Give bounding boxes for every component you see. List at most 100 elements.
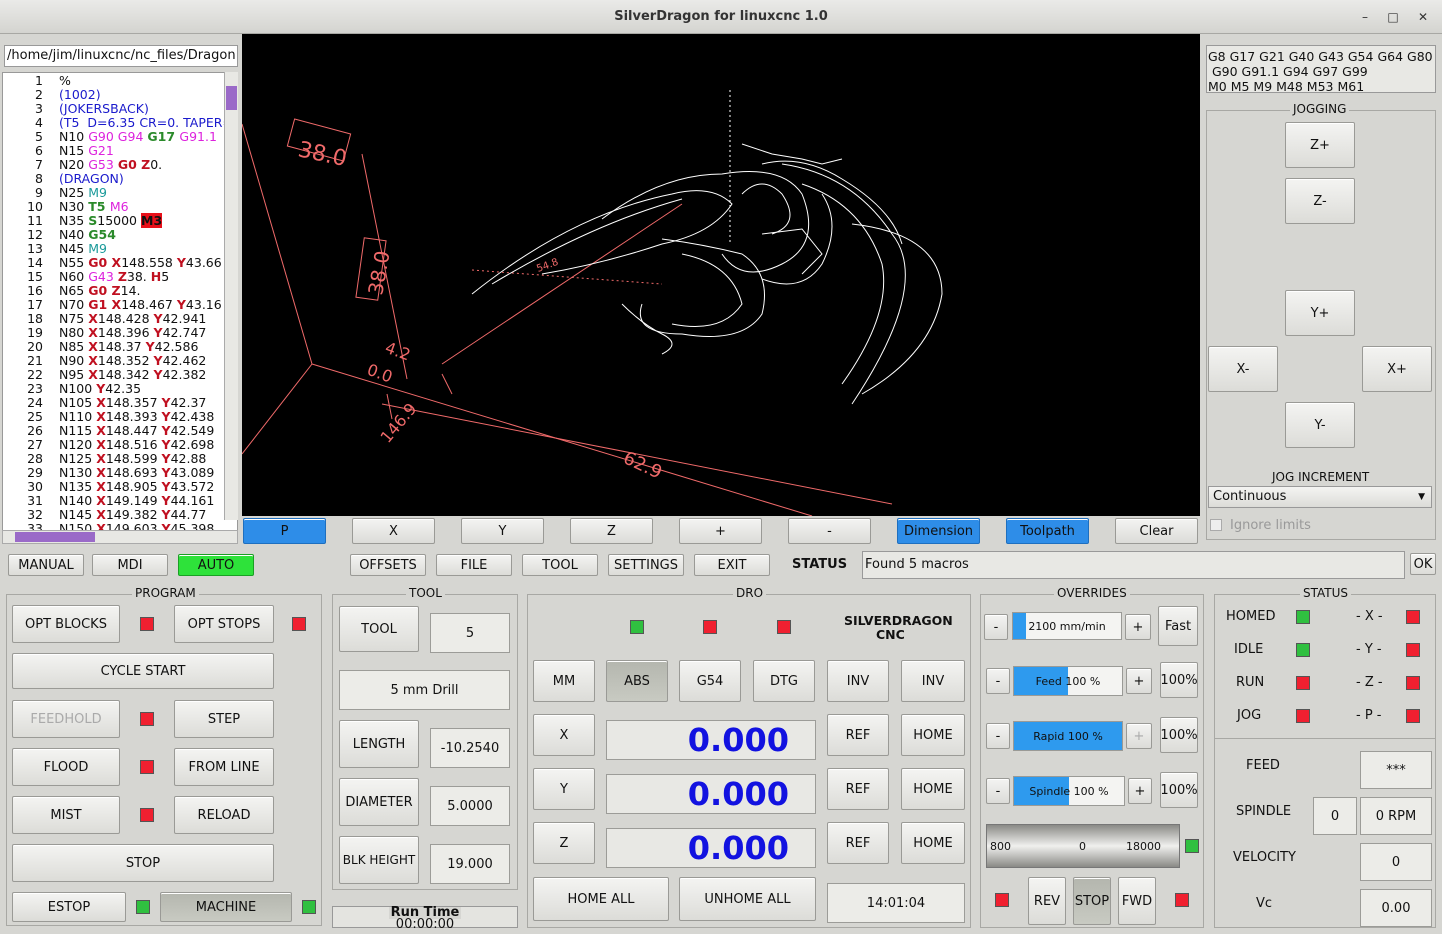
maximize-icon[interactable]: □	[1384, 8, 1402, 26]
rapid-plus[interactable]: +	[1126, 723, 1152, 749]
gcode-line[interactable]: %	[59, 74, 71, 88]
home-all-button[interactable]: HOME ALL	[533, 877, 669, 921]
spindle-stop-button[interactable]: STOP	[1073, 877, 1111, 925]
rapid-override-slider[interactable]: Rapid 100 %	[1013, 721, 1123, 751]
g54-button[interactable]: G54	[679, 660, 741, 702]
from-line-button[interactable]: FROM LINE	[174, 748, 274, 786]
gcode-line[interactable]: N60 G43 Z38. H5	[59, 270, 169, 284]
gcode-line[interactable]: N45 M9	[59, 242, 107, 256]
opt-blocks-button[interactable]: OPT BLOCKS	[12, 605, 120, 643]
gcode-vscrollbar[interactable]	[224, 72, 238, 520]
toolpath-preview[interactable]: 38.0 38.0 4.2 0.0 146.9 62.9 54.8	[241, 34, 1200, 517]
spindle-override-slider[interactable]: Spindle 100 %	[1013, 776, 1125, 806]
dro-z-button[interactable]: Z	[533, 822, 595, 864]
feedhold-button[interactable]: FEEDHOLD	[12, 700, 120, 738]
ref-z-button[interactable]: REF	[827, 822, 889, 864]
jog-xplus-button[interactable]: X+	[1362, 346, 1432, 392]
view-y-button[interactable]: Y	[461, 518, 544, 544]
jog-increment-select[interactable]: Continuous ▼	[1208, 486, 1432, 508]
gcode-line[interactable]: N105 X148.357 Y42.37	[59, 396, 206, 410]
tool-length-button[interactable]: LENGTH	[339, 720, 419, 768]
scroll-thumb[interactable]	[226, 86, 237, 110]
gcode-line[interactable]: N70 G1 X148.467 Y43.16	[59, 298, 222, 312]
auto-button[interactable]: AUTO	[178, 554, 254, 576]
gcode-line[interactable]: N40 G54	[59, 228, 116, 242]
units-mm-button[interactable]: MM	[533, 660, 595, 702]
dro-y-button[interactable]: Y	[533, 768, 595, 810]
gcode-line[interactable]: N140 X149.149 Y44.161	[59, 494, 214, 508]
gcode-line[interactable]: N90 X148.352 Y42.462	[59, 354, 206, 368]
gcode-line[interactable]: N130 X148.693 Y43.089	[59, 466, 214, 480]
jog-yminus-button[interactable]: Y-	[1285, 402, 1355, 448]
jog-speed-slider[interactable]: 2100 mm/min	[1012, 612, 1122, 640]
gcode-hscrollbar[interactable]	[2, 530, 238, 544]
file-button[interactable]: FILE	[436, 554, 512, 576]
estop-button[interactable]: ESTOP	[12, 892, 126, 922]
manual-button[interactable]: MANUAL	[8, 554, 84, 576]
tool-diameter-button[interactable]: DIAMETER	[339, 778, 419, 826]
home-x-button[interactable]: HOME	[901, 714, 965, 756]
dro-x-button[interactable]: X	[533, 714, 595, 756]
zoom-in-button[interactable]: +	[679, 518, 762, 544]
jog-xminus-button[interactable]: X-	[1208, 346, 1278, 392]
cycle-start-button[interactable]: CYCLE START	[12, 653, 274, 689]
gcode-line[interactable]: N80 X148.396 Y42.747	[59, 326, 206, 340]
file-path-field[interactable]: /home/jim/linuxcnc/nc_files/Dragon.ngc	[4, 45, 238, 67]
gcode-line[interactable]: N25 M9	[59, 186, 107, 200]
opt-stops-button[interactable]: OPT STOPS	[174, 605, 274, 643]
gcode-line[interactable]: (T5 D=6.35 CR=0. TAPER=	[59, 116, 233, 130]
jog-yplus-button[interactable]: Y+	[1285, 290, 1355, 336]
gcode-line[interactable]: N75 X148.428 Y42.941	[59, 312, 206, 326]
flood-button[interactable]: FLOOD	[12, 748, 120, 786]
home-z-button[interactable]: HOME	[901, 822, 965, 864]
blk-height-button[interactable]: BLK HEIGHT	[339, 836, 419, 884]
jog-speed-minus[interactable]: -	[984, 614, 1008, 640]
gcode-line[interactable]: N135 X148.905 Y43.572	[59, 480, 214, 494]
dimension-toggle[interactable]: Dimension	[897, 518, 980, 544]
zoom-out-button[interactable]: -	[788, 518, 871, 544]
machine-button[interactable]: MACHINE	[160, 892, 292, 922]
gcode-line[interactable]: N10 G90 G94 G17 G91.1	[59, 130, 217, 144]
jog-speed-plus[interactable]: +	[1125, 614, 1151, 640]
ignore-limits-checkbox[interactable]	[1210, 519, 1222, 531]
gcode-line[interactable]: N65 G0 Z14.	[59, 284, 141, 298]
jog-zminus-button[interactable]: Z-	[1285, 178, 1355, 224]
toolpath-toggle[interactable]: Toolpath	[1006, 518, 1089, 544]
jog-zplus-button[interactable]: Z+	[1285, 122, 1355, 168]
unhome-all-button[interactable]: UNHOME ALL	[679, 877, 816, 921]
spindle-plus[interactable]: +	[1128, 778, 1152, 804]
home-y-button[interactable]: HOME	[901, 768, 965, 810]
hscroll-thumb[interactable]	[15, 532, 95, 542]
ref-y-button[interactable]: REF	[827, 768, 889, 810]
spindle-fwd-button[interactable]: FWD	[1118, 877, 1156, 925]
feed-override-slider[interactable]: Feed 100 %	[1013, 666, 1123, 696]
inv-button-1[interactable]: INV	[827, 660, 889, 702]
gcode-line[interactable]: N110 X148.393 Y42.438	[59, 410, 214, 424]
gcode-line[interactable]: N95 X148.342 Y42.382	[59, 368, 206, 382]
gcode-line[interactable]: N100 Y42.35	[59, 382, 141, 396]
gcode-line[interactable]: (JOKERSBACK)	[59, 102, 149, 116]
view-x-button[interactable]: X	[352, 518, 435, 544]
dtg-button[interactable]: DTG	[753, 660, 815, 702]
mdi-button[interactable]: MDI	[92, 554, 168, 576]
inv-button-2[interactable]: INV	[901, 660, 965, 702]
feed-100-button[interactable]: 100%	[1160, 662, 1198, 698]
reload-button[interactable]: RELOAD	[174, 796, 274, 834]
gcode-line[interactable]: (1002)	[59, 88, 101, 102]
gcode-line[interactable]: N125 X148.599 Y42.88	[59, 452, 206, 466]
gcode-line[interactable]: N20 G53 G0 Z0.	[59, 158, 162, 172]
gcode-line[interactable]: N120 X148.516 Y42.698	[59, 438, 214, 452]
gcode-line[interactable]: N115 X148.447 Y42.549	[59, 424, 214, 438]
spindle-100-button[interactable]: 100%	[1160, 772, 1198, 808]
gcode-line[interactable]: (DRAGON)	[59, 172, 124, 186]
step-button[interactable]: STEP	[174, 700, 274, 738]
feed-minus[interactable]: -	[986, 668, 1010, 694]
gcode-line[interactable]: N30 T5 M6	[59, 200, 129, 214]
mist-button[interactable]: MIST	[12, 796, 120, 834]
gcode-line[interactable]: N85 X148.37 Y42.586	[59, 340, 198, 354]
minimize-icon[interactable]: –	[1356, 8, 1374, 26]
rapid-minus[interactable]: -	[986, 723, 1010, 749]
offsets-button[interactable]: OFFSETS	[350, 554, 426, 576]
gcode-line[interactable]: N55 G0 X148.558 Y43.66	[59, 256, 222, 270]
ref-x-button[interactable]: REF	[827, 714, 889, 756]
